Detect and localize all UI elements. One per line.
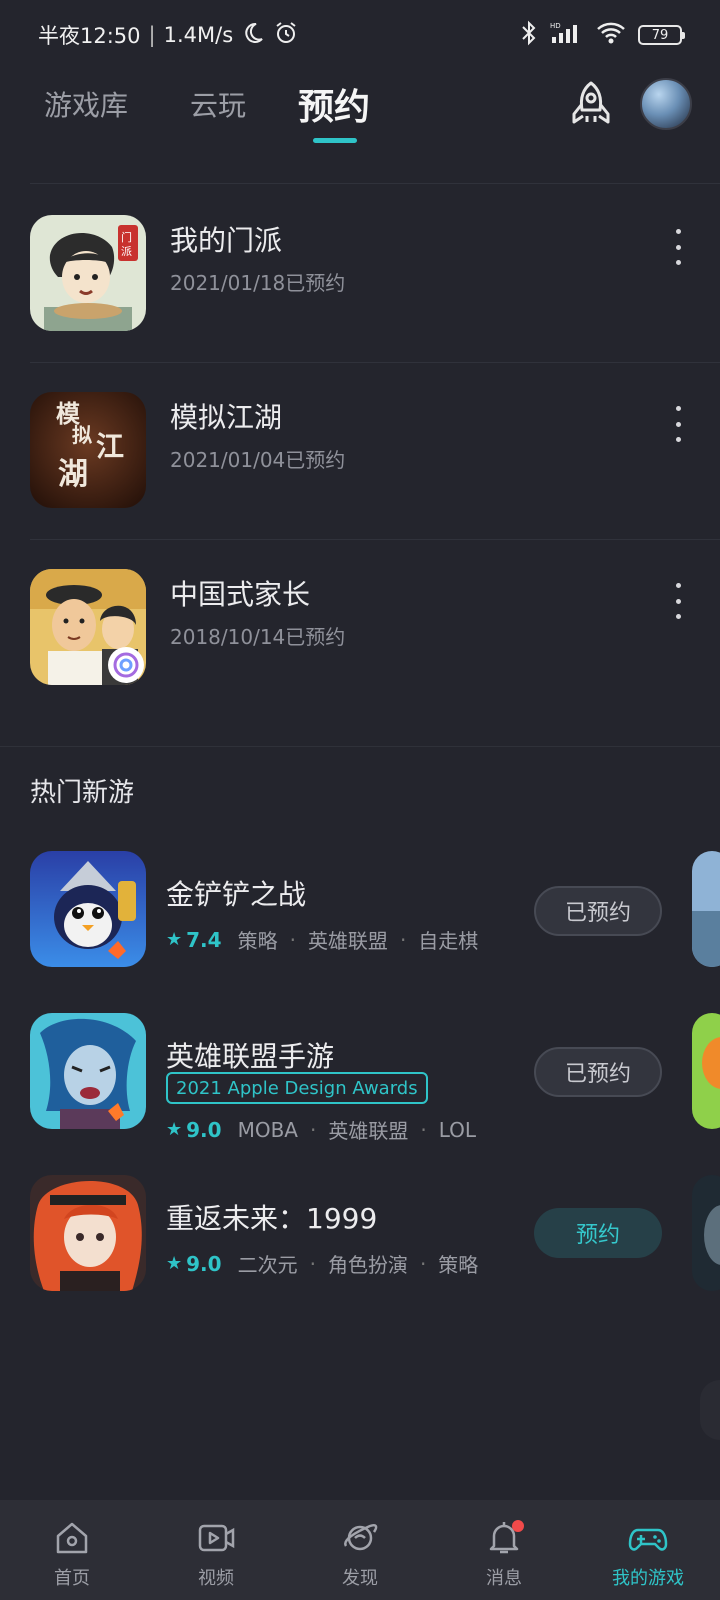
- video-icon: [198, 1524, 235, 1552]
- hot-game-item[interactable]: 英雄联盟手游 2021 Apple Design Awards ★ 9.0 MO…: [0, 1013, 720, 1173]
- hot-game-name: 重返未来：1999: [166, 1202, 378, 1235]
- star-icon: ★: [166, 1253, 183, 1274]
- star-icon: ★: [166, 1119, 183, 1140]
- game-icon-jianghu: 模 拟 江 湖: [30, 392, 146, 508]
- game-tag: 角色扮演: [327, 1253, 408, 1277]
- user-avatar[interactable]: [640, 78, 692, 130]
- tab-reservations[interactable]: 预约: [298, 78, 370, 130]
- reserved-game-name: 中国式家长: [170, 578, 311, 611]
- carousel-peek-image: [692, 1013, 720, 1129]
- game-tag: 自走棋: [418, 929, 479, 953]
- game-tag: 英雄联盟: [328, 1119, 409, 1143]
- nav-messages[interactable]: 消息: [432, 1500, 576, 1600]
- gamepad-icon: [628, 1528, 668, 1551]
- signal-icon: HD: [550, 21, 584, 50]
- game-icon-my-sect: 门 派: [30, 215, 146, 331]
- floating-side-tab[interactable]: [700, 1380, 720, 1440]
- reserve-button[interactable]: 预约: [534, 1208, 662, 1258]
- svg-text:门: 门: [121, 230, 132, 244]
- active-tab-indicator: [313, 138, 357, 143]
- rating-score: 9.0: [186, 1251, 222, 1276]
- reserved-game-item[interactable]: 中国式家长 2018/10/14已预约: [0, 539, 720, 715]
- svg-text:江: 江: [96, 430, 124, 463]
- reserved-game-item[interactable]: 模 拟 江 湖 模拟江湖 2021/01/04已预约: [0, 362, 720, 538]
- hot-game-meta: ★ 9.0 MOBA · 英雄联盟 · LOL: [166, 1115, 476, 1144]
- reserved-game-name: 模拟江湖: [170, 401, 283, 434]
- award-badge: 2021 Apple Design Awards: [166, 1072, 428, 1104]
- bluetooth-icon: [520, 20, 538, 51]
- svg-text:派: 派: [121, 245, 132, 258]
- hot-game-meta: ★ 9.0 二次元 · 角色扮演 · 策略: [166, 1249, 478, 1278]
- nav-video[interactable]: 视频: [144, 1500, 288, 1600]
- status-time: 半夜12:50: [38, 24, 141, 48]
- nav-label: 我的游戏: [612, 1568, 684, 1589]
- home-icon: [56, 1522, 88, 1554]
- tab-cloud-play[interactable]: 云玩: [190, 84, 246, 124]
- star-icon: ★: [166, 929, 183, 950]
- divider: [30, 183, 720, 184]
- rating-score: 7.4: [186, 927, 222, 952]
- reserved-date: 2021/01/04已预约: [170, 448, 346, 472]
- status-bar: 半夜12:50 | 1.4M/s HD 79: [0, 0, 720, 70]
- reserved-button[interactable]: 已预约: [534, 886, 662, 936]
- hot-game-meta: ★ 7.4 策略 · 英雄联盟 · 自走棋: [166, 925, 478, 954]
- tab-game-library[interactable]: 游戏库: [44, 84, 128, 124]
- hot-game-item[interactable]: 重返未来：1999 ★ 9.0 二次元 · 角色扮演 · 策略 预约: [0, 1175, 720, 1335]
- reserved-game-item[interactable]: 门 派 我的门派 2021/01/18已预约: [0, 185, 720, 361]
- section-divider: [0, 746, 720, 747]
- game-tag: 策略: [438, 1253, 479, 1277]
- rocket-icon[interactable]: [568, 80, 614, 130]
- rating-score: 9.0: [186, 1117, 222, 1142]
- reserved-game-name: 我的门派: [170, 224, 283, 257]
- planet-icon: [344, 1524, 378, 1551]
- svg-text:湖: 湖: [58, 457, 88, 492]
- game-tag: MOBA: [237, 1117, 298, 1142]
- game-tag: 策略: [237, 929, 278, 953]
- game-tag: LOL: [438, 1117, 477, 1142]
- alarm-icon: [273, 20, 299, 51]
- carousel-peek-image: [692, 851, 720, 967]
- nav-label: 视频: [198, 1568, 234, 1589]
- game-icon-lol-mobile: [30, 1013, 146, 1129]
- game-icon-reverse-1999: [30, 1175, 146, 1291]
- network-speed: 1.4M/s: [163, 23, 234, 47]
- svg-text:拟: 拟: [72, 423, 92, 447]
- nav-my-games[interactable]: 我的游戏: [576, 1500, 720, 1600]
- hot-game-name: 金铲铲之战: [166, 878, 307, 911]
- carousel-peek-image: [692, 1175, 720, 1291]
- hot-game-name: 英雄联盟手游: [166, 1040, 335, 1073]
- more-options-icon[interactable]: [672, 406, 684, 442]
- battery-indicator: 79: [638, 25, 685, 45]
- top-navigation: 游戏库 云玩 预约: [0, 70, 720, 180]
- reserved-date: 2021/01/18已预约: [170, 271, 346, 295]
- game-icon-tft: [30, 851, 146, 967]
- moon-icon: [241, 21, 265, 50]
- reserved-date: 2018/10/14已预约: [170, 625, 346, 649]
- nav-home[interactable]: 首页: [0, 1500, 144, 1600]
- game-icon-chinese-parents: [30, 569, 146, 685]
- nav-discover[interactable]: 发现: [288, 1500, 432, 1600]
- section-title-hot-games: 热门新游: [30, 778, 135, 808]
- nav-label: 首页: [54, 1568, 90, 1589]
- wifi-icon: [596, 21, 626, 50]
- bottom-navigation: 首页 视频 发现 消息 我的游戏: [0, 1500, 720, 1600]
- more-options-icon[interactable]: [672, 229, 684, 265]
- game-tag: 英雄联盟: [307, 929, 388, 953]
- nav-label: 消息: [486, 1568, 522, 1589]
- more-options-icon[interactable]: [672, 583, 684, 619]
- reserved-button[interactable]: 已预约: [534, 1047, 662, 1097]
- svg-text:HD: HD: [550, 22, 561, 30]
- game-tag: 二次元: [237, 1253, 298, 1277]
- notification-dot: [512, 1520, 524, 1532]
- hot-game-item[interactable]: 金铲铲之战 ★ 7.4 策略 · 英雄联盟 · 自走棋 已预约: [0, 851, 720, 1011]
- nav-label: 发现: [342, 1568, 378, 1589]
